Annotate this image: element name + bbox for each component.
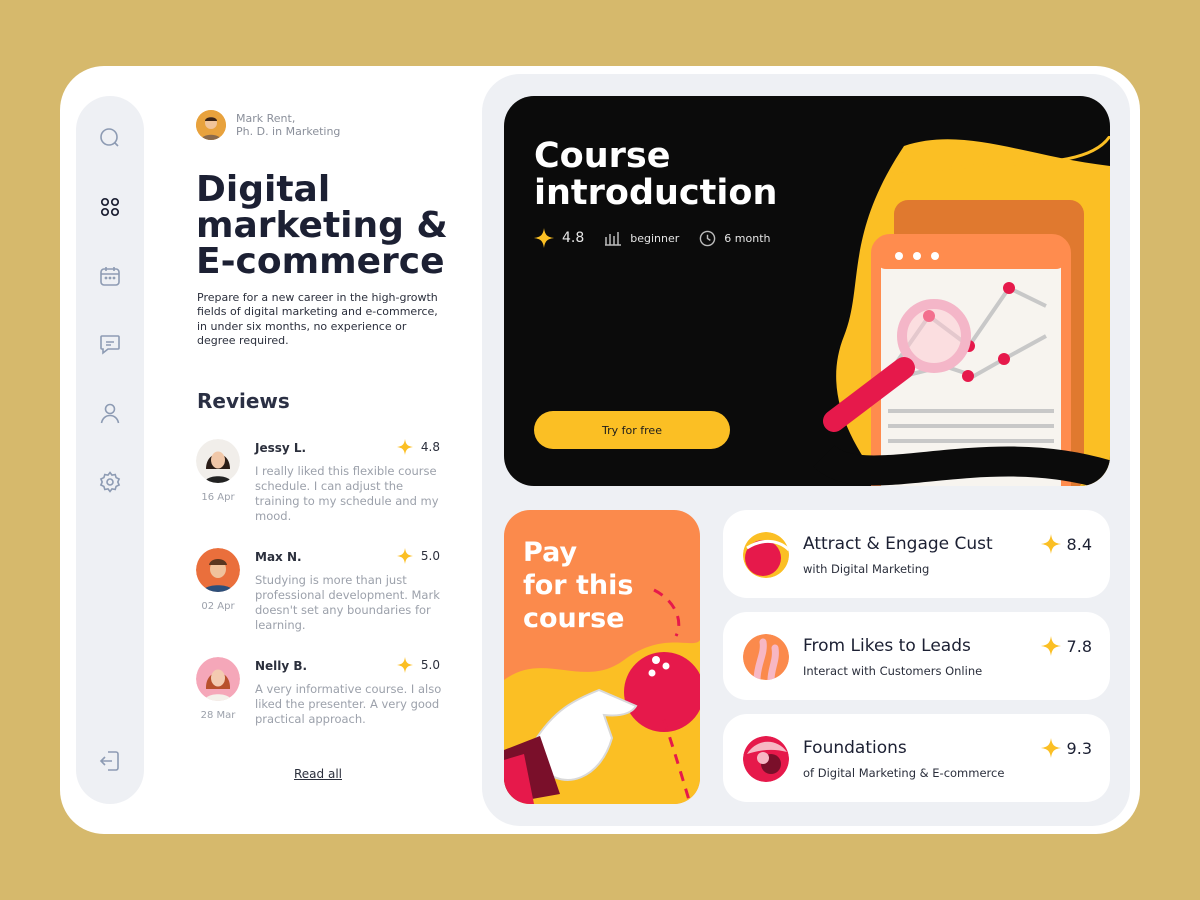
review-item: 02 Apr Max N. 5.0 Studying is more than … [196, 548, 446, 658]
pay-title-line: Pay [523, 537, 578, 568]
author-name: Mark Rent, [236, 112, 296, 125]
course-subtitle: with Digital Marketing [803, 562, 930, 576]
course-thumbnail [743, 634, 789, 680]
duration-text: 6 month [724, 231, 771, 245]
author-info: Mark Rent, Ph. D. in Marketing [196, 110, 340, 140]
course-card[interactable]: From Likes to Leads Interact with Custom… [723, 612, 1110, 700]
star-icon [1040, 534, 1061, 554]
reviewer-name: Max N. [255, 550, 302, 564]
pay-title-line: course [523, 603, 625, 634]
read-all-link[interactable]: Read all [294, 767, 342, 781]
star-icon [534, 228, 554, 248]
review-text: A very informative course. I also liked … [255, 682, 442, 726]
star-icon [396, 439, 413, 455]
sidebar [76, 96, 144, 804]
chat-icon[interactable] [90, 324, 130, 364]
level-text: beginner [630, 231, 680, 245]
review-rating: 4.8 [396, 439, 440, 455]
review-date: 02 Apr [201, 601, 235, 612]
star-icon [396, 657, 413, 673]
course-thumbnail [743, 532, 789, 578]
rating-value: 4.8 [562, 230, 585, 246]
rating-value: 8.4 [1066, 534, 1092, 554]
review-text: Studying is more than just professional … [255, 573, 440, 632]
course-rating: 8.4 [1040, 534, 1092, 554]
rating-value: 5.0 [420, 658, 440, 672]
meta-rating: 4.8 [534, 228, 584, 248]
rating-value: 7.8 [1066, 636, 1092, 656]
review-rating: 5.0 [396, 657, 440, 673]
review-rating: 5.0 [396, 548, 440, 564]
page-title: Digital marketing & E-commerce [196, 172, 466, 280]
settings-icon[interactable] [90, 462, 130, 502]
reviewer-name: Jessy L. [255, 441, 307, 455]
search-icon[interactable] [90, 118, 130, 158]
author-role: Ph. D. in Marketing [236, 125, 341, 138]
star-icon [396, 548, 413, 564]
pay-course-title: Pay for this course [523, 536, 633, 635]
avatar[interactable] [196, 548, 240, 592]
pay-title-line: for this [523, 570, 634, 601]
try-for-free-button[interactable]: Try for free [534, 411, 730, 449]
course-card[interactable]: Attract & Engage Cust with Digital Marke… [723, 510, 1110, 598]
star-icon [1040, 738, 1061, 758]
course-subtitle: Interact with Customers Online [803, 664, 983, 678]
course-title: Foundations [803, 738, 907, 758]
course-title: Attract & Engage Cust [803, 534, 993, 554]
course-intro-card: Course introduction 4.8 beginner 6 month… [504, 96, 1110, 486]
course-card[interactable]: Foundations of Digital Marketing & E-com… [723, 714, 1110, 802]
logout-icon[interactable] [90, 741, 130, 781]
reviewer-name: Nelly B. [255, 659, 308, 673]
bar-chart-icon [605, 232, 622, 246]
review-date: 28 Mar [200, 710, 236, 721]
reviews-heading: Reviews [197, 389, 290, 413]
course-description: Prepare for a new career in the high-gro… [197, 291, 438, 348]
user-icon[interactable] [90, 393, 130, 433]
hero-title-line: Course [534, 136, 671, 176]
review-date: 16 Apr [201, 492, 235, 503]
review-item: 16 Apr Jessy L. 4.8 I really liked this … [196, 439, 446, 549]
analytics-illustration [813, 136, 1110, 486]
meta-duration: 6 month [699, 230, 771, 247]
star-icon [1040, 636, 1061, 656]
avatar[interactable] [196, 439, 240, 483]
avatar[interactable] [196, 110, 226, 140]
rating-value: 5.0 [420, 549, 440, 563]
apps-icon[interactable] [90, 187, 130, 227]
review-text: I really liked this flexible course sche… [255, 464, 439, 523]
hero-title: Course introduction [534, 138, 777, 212]
course-subtitle: of Digital Marketing & E-commerce [803, 766, 1005, 780]
review-item: 28 Mar Nelly B. 5.0 A very informative c… [196, 657, 446, 767]
meta-level: beginner [604, 230, 679, 246]
page-title-line: E-commerce [196, 241, 445, 282]
rating-value: 9.3 [1066, 738, 1092, 758]
calendar-icon[interactable] [90, 256, 130, 296]
course-title: From Likes to Leads [803, 636, 971, 656]
hero-title-line: introduction [534, 173, 778, 213]
course-rating: 7.8 [1040, 636, 1092, 656]
course-meta: 4.8 beginner 6 month [534, 228, 791, 248]
rating-value: 4.8 [420, 440, 440, 454]
pay-course-card[interactable]: Pay for this course [504, 510, 700, 804]
page-title-line: marketing & [196, 205, 448, 246]
course-rating: 9.3 [1040, 738, 1092, 758]
avatar[interactable] [196, 657, 240, 701]
page-title-line: Digital [196, 169, 331, 210]
course-thumbnail [743, 736, 789, 782]
clock-icon [700, 230, 716, 246]
